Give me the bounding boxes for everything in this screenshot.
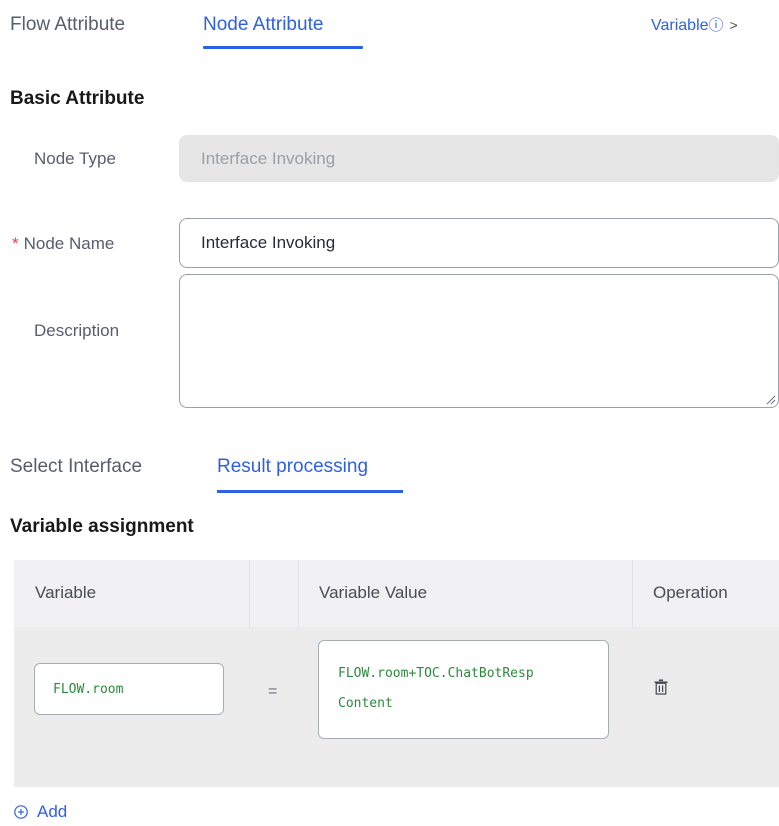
node-name-label-text: Node Name [23, 234, 115, 253]
node-type-field: Interface Invoking [179, 135, 779, 182]
variable-value-line: Content [338, 696, 393, 711]
column-divider [249, 560, 250, 627]
column-divider [632, 560, 633, 627]
variable-link-label: Variable [651, 17, 709, 34]
variable-input[interactable]: FLOW.room [34, 663, 224, 715]
node-type-value: Interface Invoking [201, 148, 336, 168]
tab-node-attribute[interactable]: Node Attribute [203, 14, 323, 36]
variable-link[interactable]: Variableⓘ > [651, 14, 738, 35]
info-circle-icon: ⓘ [708, 17, 724, 34]
node-name-value: Interface Invoking [201, 233, 336, 252]
add-button[interactable]: Add [14, 802, 67, 822]
basic-attribute-title: Basic Attribute [10, 88, 145, 109]
trash-icon[interactable] [654, 679, 668, 695]
tab-flow-attribute[interactable]: Flow Attribute [10, 14, 125, 36]
node-type-label: Node Type [34, 149, 116, 168]
table-header: Variable Variable Value Operation [14, 560, 779, 627]
variable-assignment-title: Variable assignment [10, 516, 194, 537]
tab-select-interface[interactable]: Select Interface [10, 456, 142, 478]
variable-value-input[interactable]: FLOW.room+TOC.ChatBotResp Content [318, 640, 609, 739]
description-textarea[interactable] [179, 274, 779, 408]
plus-circle-icon [14, 805, 28, 819]
node-name-label: * Node Name [12, 234, 114, 254]
chevron-right-icon: > [729, 17, 738, 33]
column-header-variable: Variable [35, 583, 97, 602]
variable-value-line: FLOW.room+TOC.ChatBotResp [338, 666, 534, 681]
active-subtab-indicator [217, 490, 403, 493]
active-tab-indicator [203, 46, 363, 49]
table-row: FLOW.room = FLOW.room+TOC.ChatBotResp Co… [14, 627, 779, 787]
node-name-input[interactable]: Interface Invoking [179, 218, 779, 268]
equals-sign: = [268, 683, 278, 700]
variable-assignment-table: Variable Variable Value Operation FLOW.r… [14, 560, 779, 787]
column-header-operation: Operation [653, 583, 728, 602]
tab-result-processing[interactable]: Result processing [217, 456, 368, 478]
description-label: Description [34, 321, 120, 340]
add-button-label: Add [37, 802, 68, 821]
variable-input-value: FLOW.room [53, 681, 124, 697]
column-divider [298, 560, 299, 627]
resize-grip-icon[interactable] [766, 395, 776, 405]
column-header-variable-value: Variable Value [319, 583, 428, 602]
required-asterisk: * [12, 234, 19, 253]
